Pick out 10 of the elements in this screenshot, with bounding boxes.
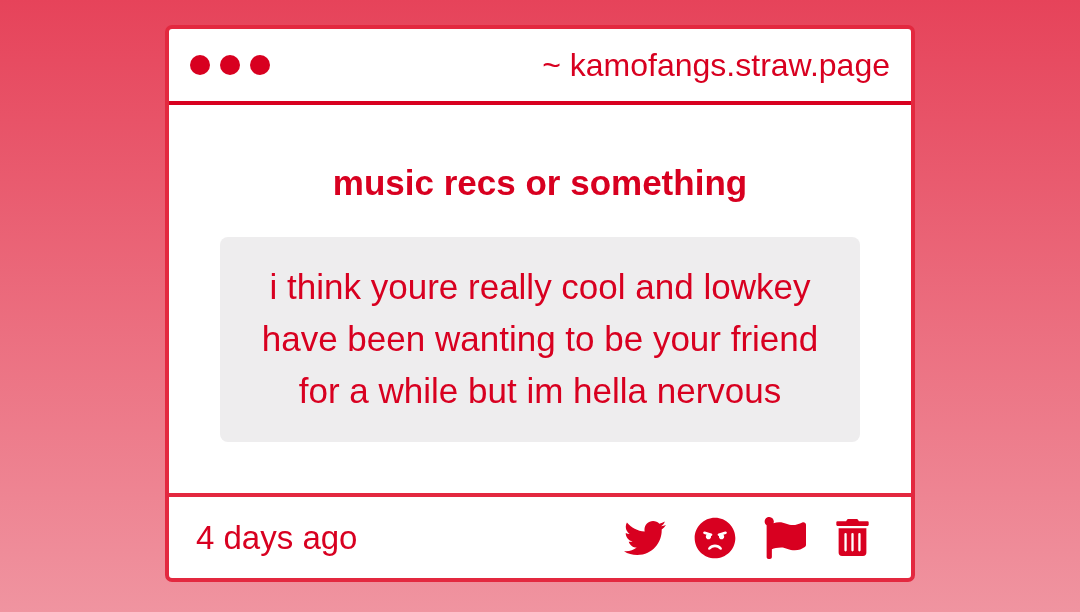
window-dot-icon <box>250 55 270 75</box>
post-time: 4 days ago <box>196 518 358 557</box>
flag-icon[interactable] <box>764 516 806 559</box>
page-address: ~ kamofangs.straw.page <box>542 46 890 84</box>
post-title: music recs or something <box>332 162 748 204</box>
delete-icon[interactable] <box>834 519 871 556</box>
window-dot-icon <box>190 55 210 75</box>
angry-face-icon[interactable] <box>694 516 736 559</box>
message-text: i think youre really cool and lowkey have been wanting to be your friend for a while but im hella nervous <box>261 266 819 412</box>
window-dot-icon <box>220 55 240 75</box>
